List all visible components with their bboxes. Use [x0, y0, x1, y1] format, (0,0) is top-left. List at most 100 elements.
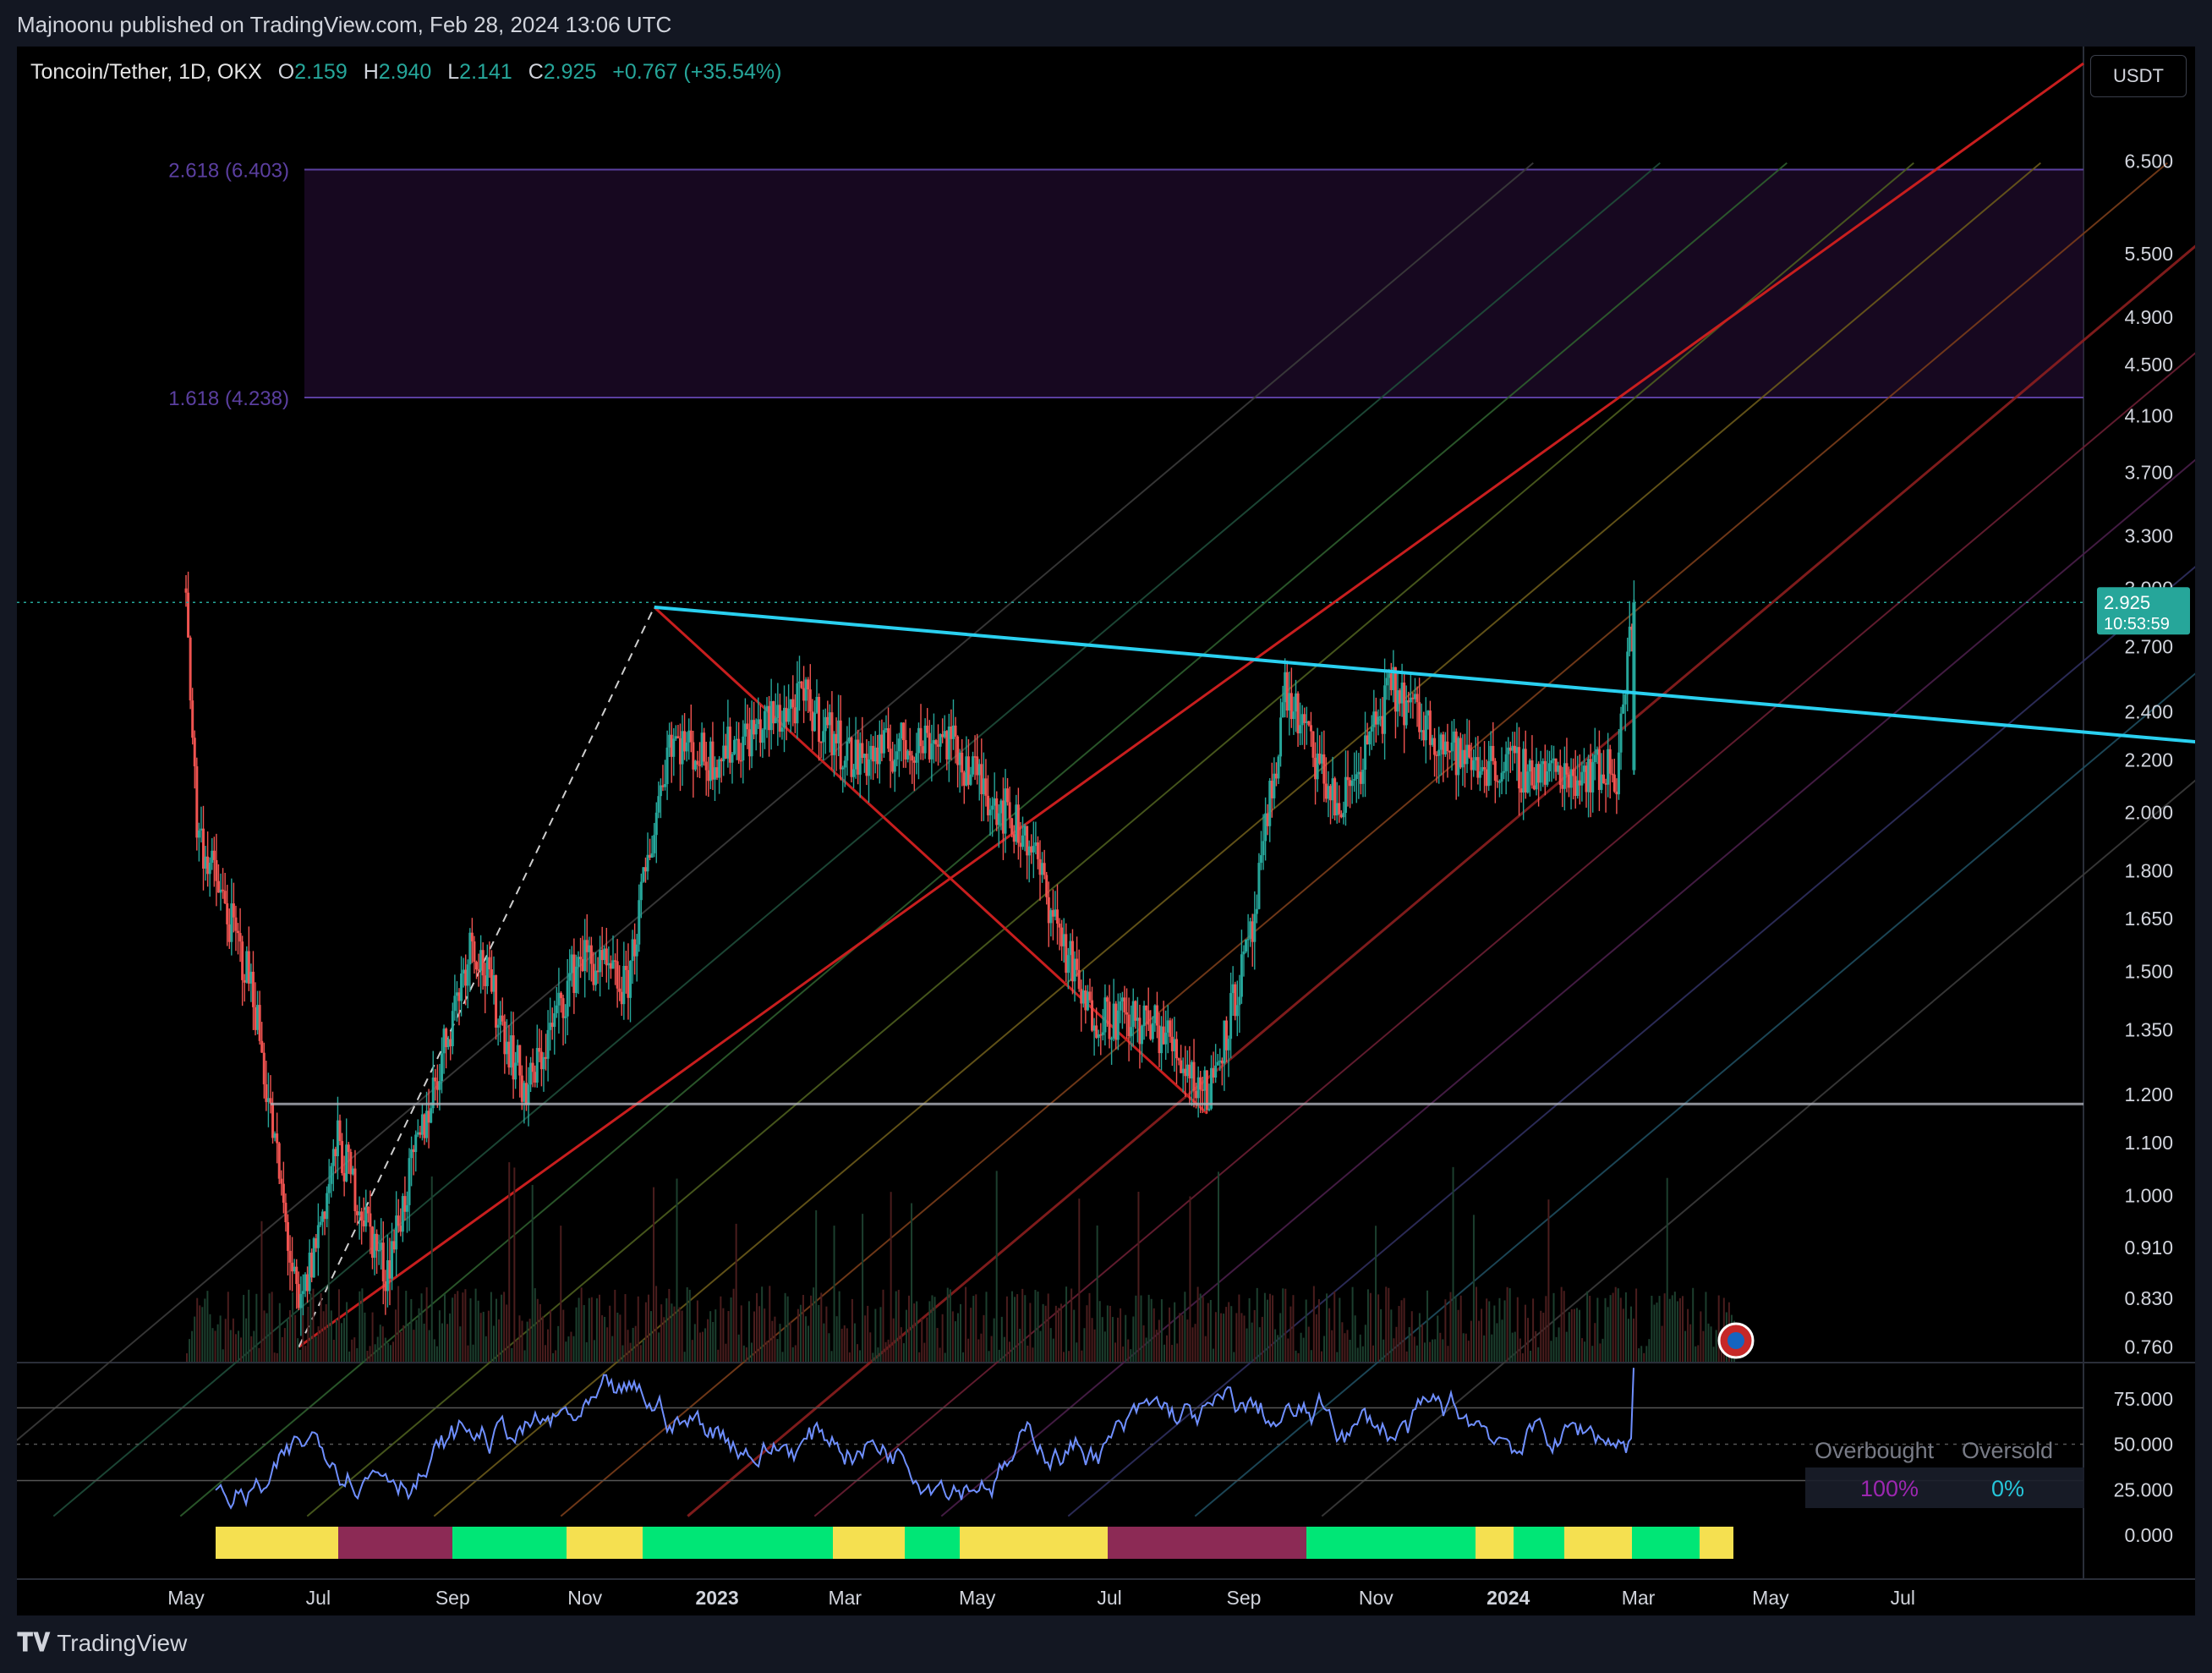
- price-tick-label: 4.900: [2124, 306, 2173, 328]
- volume-bar: [1220, 1313, 1223, 1362]
- candle-body: [1465, 744, 1469, 765]
- volume-bar: [315, 1336, 317, 1362]
- volume-bar: [364, 1312, 366, 1362]
- volume-bar: [1171, 1345, 1174, 1362]
- volume-bar: [258, 1347, 260, 1362]
- volume-bar: [346, 1302, 348, 1362]
- volume-bar: [980, 1333, 983, 1362]
- volume-bar: [189, 1339, 191, 1362]
- rsi-tick-label: 50.000: [2114, 1434, 2173, 1456]
- volume-bar: [1049, 1328, 1052, 1362]
- candle-body: [826, 716, 830, 726]
- rsi-heat-segment: [216, 1527, 338, 1559]
- chart-frame[interactable]: 2.618 (6.403) 1.618 (4.238) 6.500 5.500 4.90…: [17, 47, 2195, 1615]
- volume-bar: [245, 1318, 248, 1362]
- volume-bar: [435, 1346, 438, 1362]
- candle-body: [1127, 1014, 1131, 1037]
- volume-bar: [1483, 1335, 1486, 1362]
- rsi-heat-segment: [1476, 1527, 1514, 1559]
- candle-body: [1364, 735, 1367, 771]
- candle-body: [1023, 826, 1027, 836]
- candle-body: [247, 951, 250, 984]
- volume-bar: [745, 1347, 747, 1362]
- candle-body: [906, 750, 910, 760]
- candle-body: [1288, 693, 1291, 711]
- candle-body: [878, 734, 881, 765]
- volume-bar: [931, 1295, 934, 1362]
- candle-body: [1195, 1090, 1198, 1099]
- volume-bar: [629, 1342, 632, 1362]
- candle-body: [245, 951, 249, 983]
- volume-bar: [498, 1319, 501, 1362]
- volume-bar: [1349, 1340, 1351, 1362]
- candle-body: [1099, 1034, 1103, 1036]
- candle-body: [479, 950, 483, 971]
- volume-bar: [229, 1330, 232, 1362]
- candle-body: [980, 764, 983, 795]
- volume-bar: [872, 1352, 874, 1362]
- volume-bar: [616, 1312, 619, 1362]
- currency-button[interactable]: USDT: [2090, 55, 2187, 97]
- volume-bar: [1470, 1320, 1472, 1362]
- candle-body: [895, 751, 899, 760]
- volume-bar: [209, 1314, 211, 1362]
- candle-body: [251, 971, 255, 1007]
- candle-body: [395, 1215, 398, 1250]
- volume-bar: [395, 1309, 397, 1362]
- candle-body: [1201, 1089, 1204, 1091]
- candle-body: [1192, 1061, 1196, 1091]
- time-tick-label: Jul: [1891, 1587, 1915, 1609]
- publish-caption: Majnoonu published on TradingView.com, F…: [17, 12, 672, 37]
- volume-bar: [1052, 1338, 1054, 1362]
- volume-bar: [962, 1352, 965, 1362]
- volume-bar: [750, 1342, 753, 1362]
- candle-body: [830, 712, 834, 755]
- candle-body: [923, 725, 927, 754]
- candle-body: [1300, 714, 1304, 726]
- candle-body: [683, 731, 687, 752]
- volume-bar: [1622, 1308, 1624, 1362]
- candle-body: [401, 1196, 404, 1232]
- volume-bar: [825, 1306, 828, 1362]
- candle-body: [937, 744, 940, 747]
- candle-body: [1422, 730, 1426, 741]
- volume-bar: [1078, 1199, 1081, 1362]
- candle-body: [1006, 788, 1010, 803]
- candle-body: [1305, 721, 1308, 723]
- volume-bar: [1068, 1351, 1070, 1362]
- volume-bar: [1042, 1303, 1044, 1362]
- candle-body: [579, 957, 583, 959]
- candle-body: [961, 752, 964, 773]
- volume-bar: [1282, 1288, 1284, 1362]
- volume-bar: [838, 1291, 840, 1362]
- candle-body: [1437, 749, 1441, 756]
- volume-bar: [1223, 1314, 1225, 1362]
- candle-body: [1580, 771, 1584, 786]
- footer-brand[interactable]: 𝐓𝐕 TradingView: [17, 1629, 187, 1658]
- candle-body: [1289, 693, 1293, 720]
- candle-body: [715, 767, 719, 778]
- volume-bar: [506, 1304, 508, 1362]
- candle-body: [197, 830, 200, 838]
- time-tick-label: Nov: [567, 1587, 602, 1609]
- candle-body: [1582, 765, 1585, 772]
- candle-body: [414, 1134, 418, 1153]
- candle-body: [276, 1133, 279, 1144]
- candle-body: [785, 707, 788, 722]
- volume-bar: [1194, 1324, 1196, 1362]
- volume-bar: [1511, 1332, 1514, 1362]
- volume-bar: [186, 1352, 188, 1362]
- candle-body: [1565, 763, 1569, 775]
- volume-bar: [1640, 1346, 1643, 1362]
- candle-body: [813, 712, 816, 732]
- volume-bar: [1488, 1301, 1491, 1362]
- volume-bar: [725, 1343, 727, 1362]
- volume-bar: [521, 1320, 523, 1362]
- price-chart[interactable]: 2.618 (6.403) 1.618 (4.238) 6.500 5.500 4.90…: [17, 47, 2195, 1615]
- candle-body: [557, 992, 561, 1006]
- volume-bar: [1135, 1295, 1137, 1362]
- volume-bar: [983, 1314, 985, 1362]
- volume-bar: [1594, 1323, 1596, 1362]
- volume-bar: [753, 1311, 755, 1362]
- candle-body: [768, 705, 771, 731]
